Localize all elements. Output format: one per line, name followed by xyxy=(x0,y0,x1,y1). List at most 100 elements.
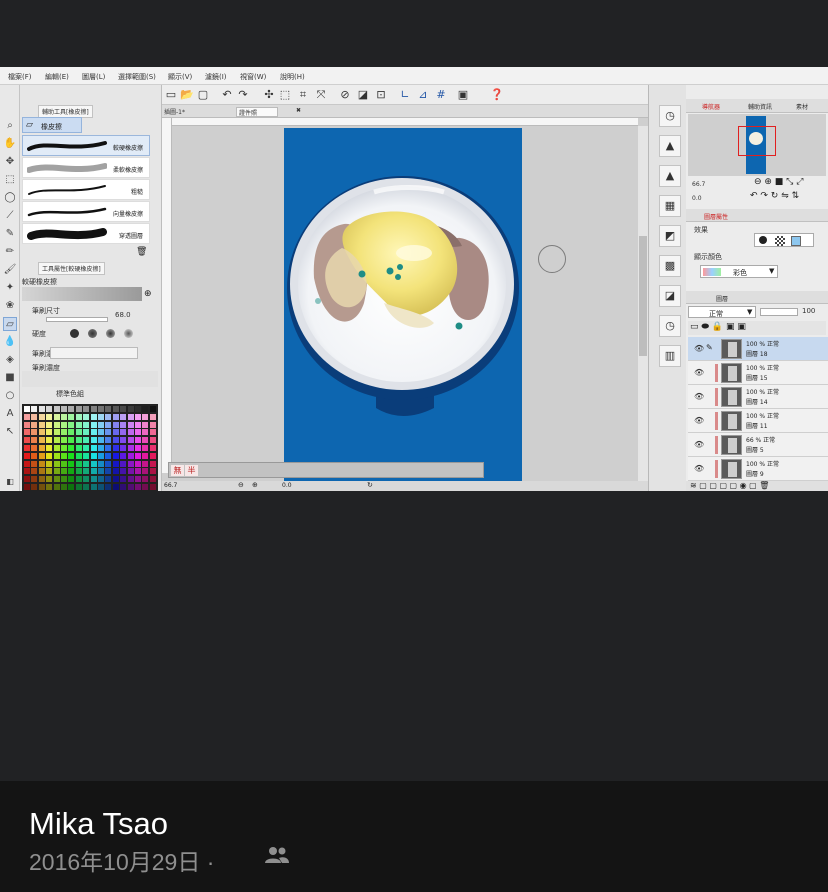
layer-material-icon[interactable]: ◪ xyxy=(659,285,681,307)
none-button[interactable]: 無 xyxy=(171,465,184,476)
color-swatch[interactable] xyxy=(46,476,53,483)
color-swatch[interactable] xyxy=(135,460,141,467)
help-icon[interactable]: ❓ xyxy=(490,88,504,102)
color-swatch[interactable] xyxy=(135,406,141,412)
color-swatch[interactable] xyxy=(24,452,30,459)
color-swatch[interactable] xyxy=(38,429,45,436)
color-swatch[interactable] xyxy=(31,406,38,412)
color-swatch[interactable] xyxy=(68,476,75,483)
color-swatch[interactable] xyxy=(120,476,127,483)
color-swatch[interactable] xyxy=(38,413,45,420)
rotate-icon[interactable]: ↻ xyxy=(367,481,373,489)
perspective-icon[interactable]: ⊿ xyxy=(416,88,430,102)
select-tool-icon[interactable]: ⬚ xyxy=(3,173,17,187)
color-set-name[interactable]: 標準色組 xyxy=(56,389,84,399)
color-swatch[interactable] xyxy=(31,476,38,483)
color-swatch[interactable] xyxy=(38,476,45,483)
tab-layers[interactable]: 圖層 xyxy=(716,294,728,303)
color-swatch[interactable] xyxy=(38,406,45,412)
density-slider[interactable] xyxy=(50,347,138,359)
brush-size-value[interactable]: 68.0 xyxy=(115,311,131,319)
color-swatch[interactable] xyxy=(83,421,90,428)
color-swatch[interactable] xyxy=(83,445,90,451)
color-swatch[interactable] xyxy=(142,445,149,451)
blend-mode-dropdown[interactable]: 正常 ▼ xyxy=(688,306,756,318)
color-swatch[interactable] xyxy=(112,429,119,436)
color-swatch[interactable] xyxy=(105,468,112,475)
color-swatch[interactable] xyxy=(53,437,60,444)
color-swatch[interactable] xyxy=(61,468,67,475)
visibility-eye-icon[interactable]: 👁 xyxy=(694,368,704,377)
color-swatch[interactable] xyxy=(83,476,90,483)
color-swatch[interactable] xyxy=(112,437,119,444)
color-swatch[interactable] xyxy=(24,437,30,444)
menu-filter[interactable]: 濾鏡(I) xyxy=(205,72,227,82)
pencil-tool-icon[interactable]: ✏ xyxy=(3,245,17,259)
color-swatch[interactable] xyxy=(68,429,75,436)
menu-selection[interactable]: 選擇範圍(S) xyxy=(118,72,156,82)
visibility-eye-icon[interactable]: 👁 xyxy=(694,392,704,401)
color-swatch[interactable] xyxy=(120,413,127,420)
tool-property-tab[interactable]: 工具屬性[較硬橡皮擦] xyxy=(38,262,105,275)
move-tool-icon[interactable]: ✥ xyxy=(3,155,17,169)
color-swatch[interactable] xyxy=(98,429,104,436)
snap-icon[interactable]: ✣ xyxy=(262,88,276,102)
texture-icon[interactable]: ▩ xyxy=(659,255,681,277)
color-swatch[interactable] xyxy=(46,484,53,490)
post-date[interactable]: 2016年10月29日 · xyxy=(29,843,214,877)
airbrush-tool-icon[interactable]: ✦ xyxy=(3,281,17,295)
color-swatch[interactable] xyxy=(127,406,134,412)
effect-buttons[interactable] xyxy=(754,233,814,247)
search-material-icon[interactable]: ▥ xyxy=(659,345,681,367)
color-swatch[interactable] xyxy=(38,460,45,467)
color-swatch[interactable] xyxy=(149,406,156,412)
color-swatch[interactable] xyxy=(135,468,141,475)
brush-size-slider[interactable] xyxy=(46,317,108,322)
color-swatch[interactable] xyxy=(90,445,97,451)
visibility-eye-icon[interactable]: 👁 xyxy=(694,440,704,449)
color-swatch[interactable] xyxy=(90,437,97,444)
pen-tool-icon[interactable]: ✎ xyxy=(3,227,17,241)
color-swatch[interactable] xyxy=(68,437,75,444)
color-swatch-grid[interactable] xyxy=(22,404,158,491)
navigator-icon[interactable]: ◷ xyxy=(659,105,681,127)
layer-row[interactable]: 👁 100 % 正常 圖層 9 xyxy=(688,457,828,481)
color-swatch[interactable] xyxy=(120,484,127,490)
color-swatch[interactable] xyxy=(105,421,112,428)
color-swatch[interactable] xyxy=(127,445,134,451)
color-swatch[interactable] xyxy=(83,413,90,420)
color-swatch[interactable] xyxy=(61,421,67,428)
ruler-snap-icon[interactable]: ∟ xyxy=(398,88,412,102)
color-swatch[interactable] xyxy=(105,484,112,490)
color-swatch[interactable] xyxy=(127,421,134,428)
color-swatch[interactable] xyxy=(135,437,141,444)
color-swatch[interactable] xyxy=(31,460,38,467)
color-swatch[interactable] xyxy=(105,429,112,436)
color-swatch[interactable] xyxy=(90,468,97,475)
color-swatch[interactable] xyxy=(142,421,149,428)
color-swatch[interactable] xyxy=(98,445,104,451)
color-swatch[interactable] xyxy=(127,460,134,467)
tab-navigator[interactable]: 導航器 xyxy=(702,102,720,111)
color-swatch[interactable] xyxy=(61,452,67,459)
layer-row[interactable]: 👁 66 % 正常 圖層 5 xyxy=(688,433,828,457)
color-swatch[interactable] xyxy=(120,468,127,475)
color-swatch[interactable] xyxy=(90,484,97,490)
color-swatch[interactable] xyxy=(142,437,149,444)
color-swatch[interactable] xyxy=(98,406,104,412)
visibility-eye-icon[interactable]: 👁 xyxy=(694,464,704,473)
color-swatch[interactable] xyxy=(24,484,30,490)
color-swatch[interactable] xyxy=(31,421,38,428)
color-swatch[interactable] xyxy=(38,437,45,444)
shape-tool-icon[interactable]: ○ xyxy=(3,389,17,403)
color-swatch[interactable] xyxy=(149,460,156,467)
color-swatch[interactable] xyxy=(24,445,30,451)
color-swatch[interactable] xyxy=(135,452,141,459)
color-swatch[interactable] xyxy=(68,445,75,451)
show-selection-icon[interactable]: ⊡ xyxy=(374,88,388,102)
tab-material[interactable]: 素材 xyxy=(796,102,808,111)
grid-snap-icon[interactable]: # xyxy=(434,88,448,102)
fill-selection-icon[interactable]: ◪ xyxy=(356,88,370,102)
color-swatch[interactable] xyxy=(31,468,38,475)
color-swatch[interactable] xyxy=(75,452,82,459)
